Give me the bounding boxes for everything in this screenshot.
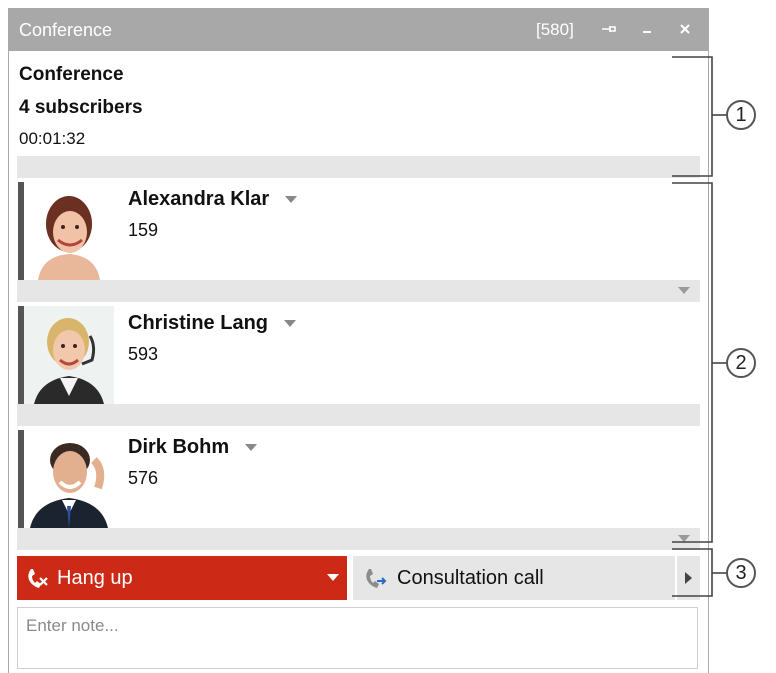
participant-photo [24, 182, 114, 280]
close-icon[interactable] [673, 16, 697, 42]
participant-card[interactable]: Dirk Bohm 576 [9, 430, 708, 532]
participant-strip [17, 280, 700, 302]
callout-number: 1 [726, 100, 756, 130]
pin-icon[interactable] [597, 16, 621, 42]
minimize-icon[interactable] [635, 16, 659, 42]
participant-name[interactable]: Alexandra Klar [128, 188, 298, 211]
participant-photo [24, 430, 114, 528]
hang-up-button[interactable]: Hang up [17, 556, 347, 600]
participant-extension: 576 [128, 468, 159, 488]
note-input[interactable] [17, 607, 698, 669]
participant-extension: 159 [128, 220, 159, 240]
participant-name[interactable]: Dirk Bohm [128, 436, 258, 459]
chevron-down-icon[interactable] [327, 574, 339, 581]
call-duration: 00:01:32 [19, 129, 86, 148]
participant-name[interactable]: Christine Lang [128, 312, 297, 335]
participant-extension: 593 [128, 344, 159, 364]
chevron-down-icon[interactable] [284, 320, 297, 328]
participant-card[interactable]: Alexandra Klar 159 [9, 182, 708, 284]
participant-strip [17, 528, 700, 550]
participant-strip [17, 404, 700, 426]
participant-card[interactable]: Christine Lang 593 [9, 306, 708, 408]
callout-brackets [672, 56, 727, 597]
conference-title: Conference [19, 64, 124, 85]
title-bar: Conference [580] [9, 8, 708, 51]
consultation-call-button[interactable]: Consultation call [353, 556, 675, 600]
window-count: [580] [536, 20, 574, 39]
consultation-call-label: Consultation call [397, 566, 544, 589]
participant-photo [24, 306, 114, 404]
hang-up-label: Hang up [57, 566, 133, 589]
subscriber-count: 4 subscribers [19, 97, 143, 118]
chevron-down-icon[interactable] [285, 196, 298, 204]
chevron-down-icon[interactable] [245, 444, 258, 452]
callout-number: 2 [726, 348, 756, 378]
window-title: Conference [19, 20, 113, 40]
phone-hangup-icon [25, 566, 49, 590]
phone-transfer-icon [363, 566, 389, 590]
conference-info-strip [17, 156, 700, 178]
callout-number: 3 [726, 558, 756, 588]
call-actions: Hang up Consultation call [17, 556, 700, 600]
conference-panel: Conference [580] Conference 4 subscriber… [8, 8, 709, 673]
conference-info: Conference 4 subscribers 00:01:32 [9, 51, 708, 156]
